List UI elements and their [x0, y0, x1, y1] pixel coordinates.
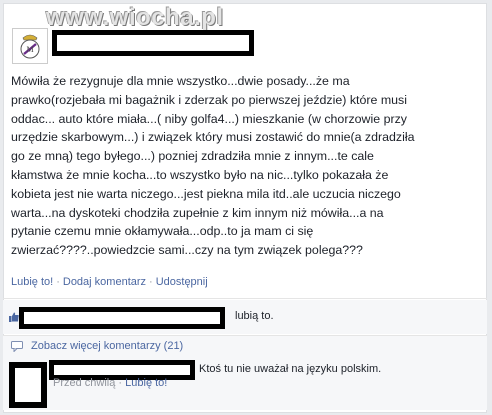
likes-text: lubią to. [235, 310, 274, 322]
watermark: www.wiocha.pl [46, 4, 224, 31]
share-link[interactable]: Udostępnij [156, 276, 208, 288]
post-line: warta...na dyskoteki chodziła zupełnie z… [11, 205, 384, 220]
censored-poster-name [52, 30, 254, 56]
thumbs-up-icon [9, 312, 19, 322]
divider [3, 298, 487, 299]
comment: Ktoś tu nie uważał na języku polskim. Pr… [3, 358, 487, 410]
separator: · [118, 377, 123, 389]
post-line: zwierzać????..powiedzcie sami...czy na t… [11, 243, 363, 258]
censored-commenter-avatar[interactable] [9, 362, 47, 408]
likes-row: lubią to. [3, 300, 487, 334]
post-line: prawko(rozjebała mi bagażnik i zderzak p… [11, 92, 407, 107]
real-madrid-crest-icon: M [20, 34, 40, 59]
comment-bubble-icon [11, 341, 23, 352]
more-comments-row[interactable]: Zobacz więcej komentarzy (21) [3, 336, 487, 358]
post-line: kłamstwa że mnie kocha...to wszystko był… [11, 167, 389, 182]
comment-link[interactable]: Dodaj komentarz [63, 276, 146, 288]
like-link[interactable]: Lubię to! [11, 276, 53, 288]
post-line: urzędzie skarbowym...) i związek który m… [11, 130, 415, 145]
post-text: Mówiła że rezygnuje dla mnie wszystko...… [11, 72, 477, 260]
comment-meta: Przed chwilą · Lubię to! [53, 377, 167, 389]
post-line: kobieta jest nie warta niczego...jest pi… [11, 186, 401, 201]
comment-timestamp[interactable]: Przed chwilą [53, 377, 115, 389]
separator: · [56, 276, 60, 288]
post-line: go ze mną) tego byłego...) pozniej zdrad… [11, 149, 374, 164]
comment-text: Ktoś tu nie uważał na języku polskim. [199, 363, 382, 375]
view-more-comments-link[interactable]: Zobacz więcej komentarzy (21) [31, 340, 183, 352]
avatar[interactable]: M [12, 28, 48, 64]
comment-like-link[interactable]: Lubię to! [125, 377, 167, 389]
svg-text:M: M [26, 45, 33, 54]
separator: · [149, 276, 153, 288]
censored-likers-names [19, 307, 225, 329]
post-line: pytanie czemu mnie okłamywała...odp..to … [11, 224, 314, 239]
post-line: oddac... auto które miała...( niby golfa… [11, 111, 407, 126]
post-actions: Lubię to! · Dodaj komentarz · Udostępnij [11, 276, 208, 288]
post-line: Mówiła że rezygnuje dla mnie wszystko...… [11, 74, 350, 88]
